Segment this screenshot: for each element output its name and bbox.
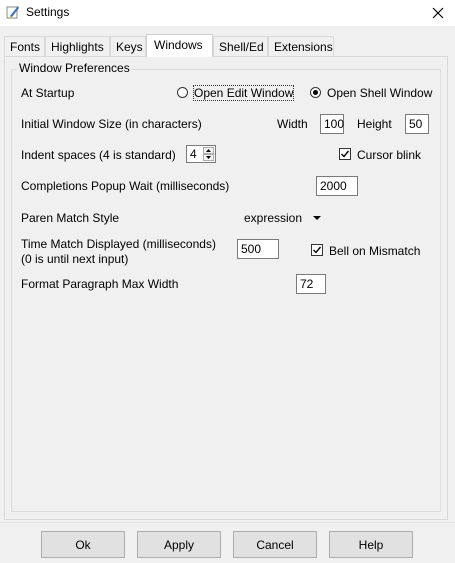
paren-match-dropdown[interactable]: expression (244, 211, 302, 225)
indent-spinbox[interactable]: 4 (186, 145, 216, 163)
spin-up-button[interactable] (203, 147, 214, 154)
triangle-up-icon (206, 149, 211, 152)
format-paragraph-label: Format Paragraph Max Width (21, 277, 179, 291)
indent-value[interactable]: 4 (190, 147, 197, 161)
title-bar: Settings (0, 0, 455, 26)
spin-down-button[interactable] (203, 154, 214, 161)
height-label: Height (357, 117, 392, 131)
width-label: Width (277, 117, 308, 131)
format-paragraph-input[interactable]: 72 (296, 274, 326, 294)
open-shell-window-radio[interactable] (310, 87, 321, 98)
time-match-sublabel: (0 is until next input) (21, 252, 129, 266)
tab-fonts[interactable]: Fonts (4, 36, 45, 56)
tab-extensions[interactable]: Extensions (268, 36, 334, 56)
window-title: Settings (26, 5, 70, 19)
close-button[interactable] (421, 0, 455, 26)
tab-keys[interactable]: Keys (110, 36, 146, 56)
checkmark-icon (313, 246, 322, 254)
tab-windows[interactable]: Windows (146, 34, 213, 57)
open-shell-window-label[interactable]: Open Shell Window (327, 86, 432, 100)
height-input[interactable]: 50 (405, 114, 429, 134)
window-size-label: Initial Window Size (in characters) (21, 117, 202, 131)
bell-on-mismatch-label[interactable]: Bell on Mismatch (329, 244, 420, 258)
paren-match-label: Paren Match Style (21, 211, 120, 225)
checkmark-icon (341, 150, 350, 158)
bell-on-mismatch-checkbox[interactable] (311, 244, 323, 256)
completions-wait-input[interactable]: 2000 (316, 176, 358, 196)
open-edit-window-radio[interactable] (177, 87, 188, 98)
indent-spaces-label: Indent spaces (4 is standard) (21, 148, 176, 162)
cursor-blink-label[interactable]: Cursor blink (357, 148, 421, 162)
group-legend: Window Preferences (17, 61, 132, 75)
tab-shell-ed[interactable]: Shell/Ed (213, 36, 268, 56)
completions-wait-label: Completions Popup Wait (milliseconds) (21, 179, 230, 193)
at-startup-label: At Startup (21, 86, 75, 100)
time-match-label: Time Match Displayed (milliseconds) (21, 237, 216, 251)
apply-button[interactable]: Apply (137, 531, 221, 558)
cancel-button[interactable]: Cancel (233, 531, 317, 558)
open-edit-window-label[interactable]: Open Edit Window (192, 85, 295, 101)
close-icon (432, 7, 444, 19)
button-bar-divider (0, 522, 455, 523)
help-button[interactable]: Help (329, 531, 413, 558)
tab-highlights[interactable]: Highlights (45, 36, 110, 56)
width-input[interactable]: 100 (320, 114, 344, 134)
ok-button[interactable]: Ok (41, 531, 125, 558)
time-match-input[interactable]: 500 (237, 239, 279, 259)
python-feather-icon (6, 5, 20, 19)
chevron-down-icon[interactable] (313, 216, 321, 220)
triangle-down-icon (206, 156, 211, 159)
cursor-blink-checkbox[interactable] (339, 148, 351, 160)
